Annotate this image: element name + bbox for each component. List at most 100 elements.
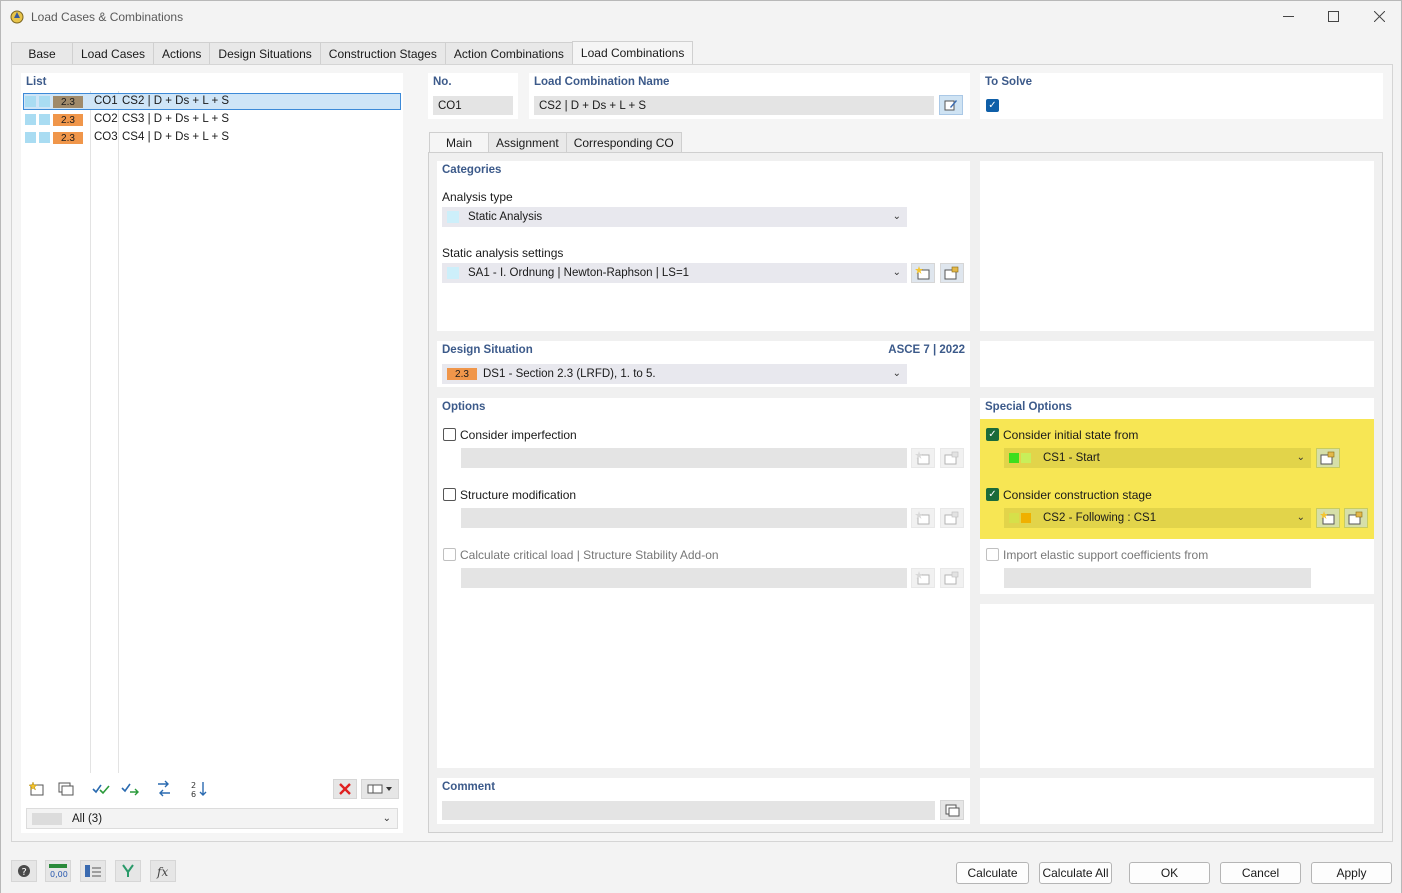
tab-construction-stages[interactable]: Construction Stages <box>319 42 446 64</box>
row-badge: 2.3 <box>53 114 83 126</box>
main-tabs: Base Load Cases Actions Design Situation… <box>11 41 694 64</box>
to-solve-panel: To Solve ✓ <box>980 73 1383 119</box>
initial-state-dropdown[interactable]: CS1 - Start ⌄ <box>1004 448 1311 468</box>
chevron-down-icon: ⌄ <box>1296 512 1305 523</box>
minimize-icon[interactable] <box>1265 1 1311 31</box>
filter-tree-icon[interactable] <box>115 860 141 882</box>
construction-stage-value: CS2 - Following : CS1 <box>1043 512 1157 524</box>
comment-field[interactable] <box>442 801 935 820</box>
new-modification-icon[interactable] <box>911 508 935 528</box>
new-critical-load-icon[interactable] <box>911 568 935 588</box>
edit-name-icon[interactable] <box>939 95 963 115</box>
edit-imperfection-icon[interactable] <box>940 448 964 468</box>
tab-assignment[interactable]: Assignment <box>488 132 567 153</box>
cancel-button[interactable]: Cancel <box>1220 862 1301 884</box>
calculate-all-button[interactable]: Calculate All <box>1039 862 1112 884</box>
title-bar: Load Cases & Combinations <box>1 1 1401 33</box>
row-name: CS3 | D + Ds + L + S <box>122 113 230 125</box>
tab-load-combinations[interactable]: Load Combinations <box>571 41 694 64</box>
units-icon[interactable]: 0,00 <box>45 860 71 882</box>
help-icon[interactable]: ? <box>11 860 37 882</box>
dialog-window: Load Cases & Combinations Base Load Case… <box>0 0 1402 893</box>
critical-load-field[interactable] <box>461 568 907 588</box>
cs1-swatch <box>1009 453 1019 463</box>
edit-initial-state-icon[interactable] <box>1316 448 1340 468</box>
imperfection-field[interactable] <box>461 448 907 468</box>
row-swatch <box>25 114 36 125</box>
critical-load-checkbox[interactable] <box>443 548 456 561</box>
chevron-down-icon: ⌄ <box>382 813 391 824</box>
maximize-icon[interactable] <box>1310 1 1356 31</box>
structure-modification-checkbox[interactable] <box>443 488 456 501</box>
comment-edit-icon[interactable] <box>940 800 964 820</box>
name-field[interactable]: CS2 | D + Ds + L + S <box>534 96 934 115</box>
analysis-type-label: Analysis type <box>442 190 513 204</box>
list-item[interactable]: 2.3 CO1 CS2 | D + Ds + L + S <box>24 94 400 110</box>
view-options-button[interactable] <box>361 779 399 799</box>
model-info-icon[interactable] <box>80 860 106 882</box>
edit-settings-icon[interactable] <box>940 263 964 283</box>
sub-tabs: Main Assignment Corresponding CO <box>429 132 682 153</box>
tab-load-cases[interactable]: Load Cases <box>72 42 155 64</box>
toggle-check-icon[interactable] <box>118 779 142 799</box>
tab-actions[interactable]: Actions <box>153 42 211 64</box>
copy-item-icon[interactable] <box>54 779 78 799</box>
list-item[interactable]: 2.3 CO3 CS4 | D + Ds + L + S <box>24 130 400 146</box>
structure-modification-field[interactable] <box>461 508 907 528</box>
list-panel: List 2.3 CO1 CS2 | D + Ds + L + S 2.3 CO2 CS3… <box>21 73 403 833</box>
tab-design-situations[interactable]: Design Situations <box>209 42 321 64</box>
new-construction-stage-icon[interactable] <box>1316 508 1340 528</box>
footer-bar: ? 0,00 fx Calculate Calculate All OK Can… <box>1 851 1401 893</box>
row-name: CS4 | D + Ds + L + S <box>122 131 230 143</box>
apply-button[interactable]: Apply <box>1311 862 1392 884</box>
edit-construction-stage-icon[interactable] <box>1344 508 1368 528</box>
design-situation-panel: Design Situation ASCE 7 | 2022 2.3 DS1 -… <box>437 341 970 387</box>
options-panel: Options Consider imperfection Structure … <box>437 398 970 768</box>
number-panel: No. CO1 <box>428 73 518 119</box>
no-label: No. <box>433 76 452 88</box>
column-divider <box>90 91 91 773</box>
imperfection-checkbox[interactable] <box>443 428 456 441</box>
no-field[interactable]: CO1 <box>433 96 513 115</box>
name-label: Load Combination Name <box>534 76 670 88</box>
static-settings-value: SA1 - I. Ordnung | Newton-Raphson | LS=1 <box>468 267 690 279</box>
edit-critical-load-icon[interactable] <box>940 568 964 588</box>
categories-panel: Categories Analysis type Static Analysis… <box>437 161 970 331</box>
list-header: List <box>26 76 47 88</box>
construction-stage-dropdown[interactable]: CS2 - Following : CS1 ⌄ <box>1004 508 1311 528</box>
sort-numbers-icon[interactable]: 26 <box>187 779 211 799</box>
row-swatch <box>25 132 36 143</box>
calculate-button[interactable]: Calculate <box>956 862 1029 884</box>
edit-modification-icon[interactable] <box>940 508 964 528</box>
formula-icon[interactable]: fx <box>150 860 176 882</box>
tab-base[interactable]: Base <box>11 42 73 64</box>
tab-main[interactable]: Main <box>429 132 490 153</box>
construction-stage-checkbox[interactable]: ✓ <box>986 488 999 501</box>
initial-state-checkbox[interactable]: ✓ <box>986 428 999 441</box>
tab-corresponding-co[interactable]: Corresponding CO <box>565 132 682 153</box>
new-item-icon[interactable] <box>25 779 49 799</box>
column-divider <box>118 91 119 773</box>
svg-text:0,00: 0,00 <box>50 870 68 879</box>
construction-stage-label: Consider construction stage <box>1003 488 1152 502</box>
analysis-type-dropdown[interactable]: Static Analysis ⌄ <box>442 207 907 227</box>
special-options-panel: Special Options ✓ Consider initial state… <box>980 398 1374 594</box>
tab-action-combinations[interactable]: Action Combinations <box>444 42 573 64</box>
comment-panel: Comment <box>437 778 970 824</box>
elastic-support-field[interactable] <box>1004 568 1311 588</box>
static-settings-dropdown[interactable]: SA1 - I. Ordnung | Newton-Raphson | LS=1… <box>442 263 907 283</box>
list-item[interactable]: 2.3 CO2 CS3 | D + Ds + L + S <box>24 112 400 128</box>
delete-icon[interactable] <box>333 779 357 799</box>
new-settings-icon[interactable] <box>911 263 935 283</box>
elastic-support-checkbox[interactable] <box>986 548 999 561</box>
check-all-icon[interactable] <box>89 779 113 799</box>
ok-button[interactable]: OK <box>1129 862 1210 884</box>
design-situation-dropdown[interactable]: 2.3 DS1 - Section 2.3 (LRFD), 1. to 5. ⌄ <box>442 364 907 384</box>
to-solve-checkbox[interactable]: ✓ <box>986 99 999 112</box>
initial-state-value: CS1 - Start <box>1043 452 1100 464</box>
renumber-icon[interactable] <box>152 779 176 799</box>
new-imperfection-icon[interactable] <box>911 448 935 468</box>
close-icon[interactable] <box>1356 1 1402 31</box>
filter-dropdown[interactable]: All (3) ⌄ <box>26 808 398 829</box>
row-swatch <box>39 114 50 125</box>
